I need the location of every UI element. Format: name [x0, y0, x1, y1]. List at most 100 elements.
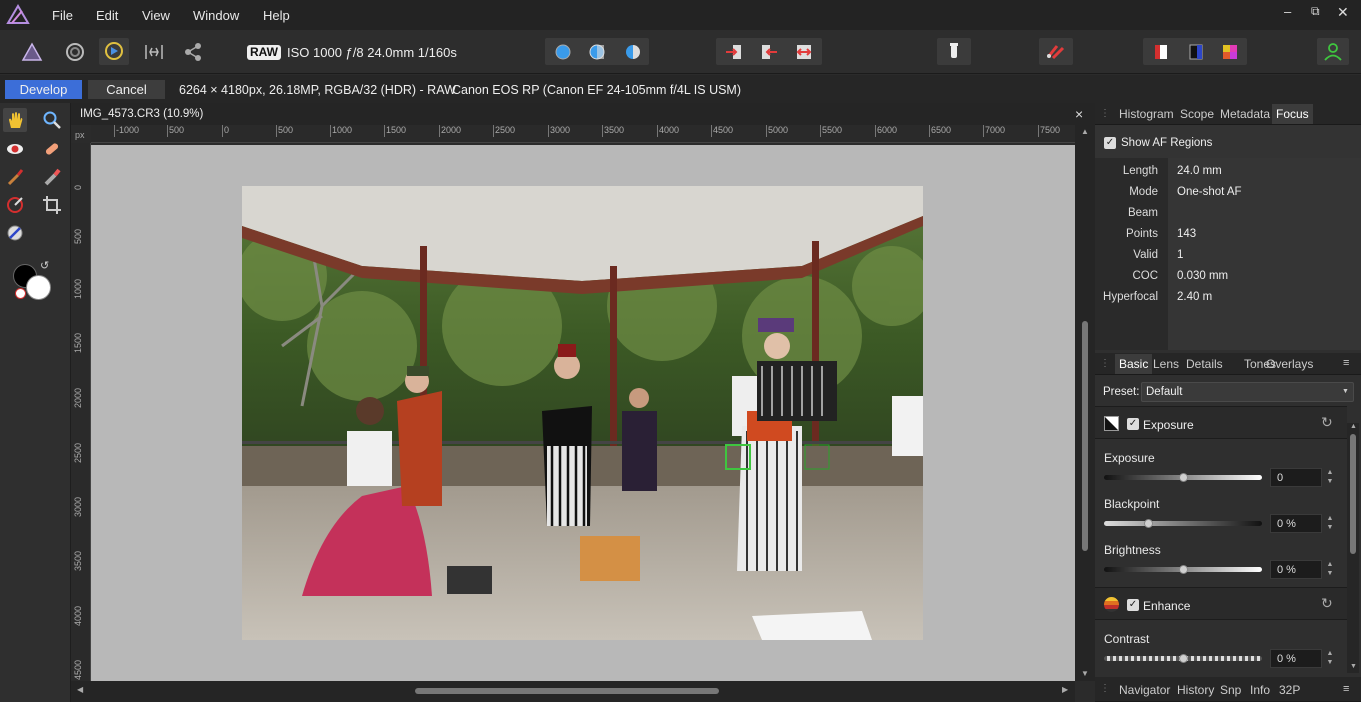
- tab-history[interactable]: History: [1177, 683, 1214, 697]
- clipping-button[interactable]: [937, 38, 971, 65]
- toolbar: RAW ISO 1000 ƒ/8 24.0mm 1/160s: [0, 30, 1361, 74]
- highlights-clip-icon[interactable]: [1147, 38, 1175, 65]
- tab-metadata[interactable]: Metadata: [1220, 107, 1270, 121]
- adjust-scroll-thumb[interactable]: [1350, 434, 1356, 554]
- tab-focus[interactable]: Focus: [1272, 104, 1313, 124]
- photo-persona-icon[interactable]: [18, 38, 46, 65]
- view-tool-hand-icon[interactable]: [3, 108, 27, 132]
- contrast-slider-knob[interactable]: [1178, 654, 1188, 663]
- bottom-panel-menu-icon[interactable]: ≡: [1343, 683, 1349, 695]
- shadows-clip-icon[interactable]: [1182, 38, 1210, 65]
- tab-basic[interactable]: Basic: [1115, 354, 1153, 374]
- exposure-enable-checkbox[interactable]: ✓: [1127, 418, 1139, 430]
- brightness-spinner[interactable]: ▲ ▼: [1324, 560, 1336, 579]
- tab-32p[interactable]: 32P: [1279, 683, 1300, 697]
- focus-row-value: 1: [1177, 249, 1184, 261]
- ruler-tick-label: 500: [73, 228, 83, 244]
- menu-file[interactable]: File: [52, 8, 73, 23]
- vertical-scroll-thumb[interactable]: [1082, 321, 1088, 551]
- enhance-adjust-icon: [1104, 597, 1119, 612]
- af-toggle-row: ✓ Show AF Regions: [1095, 125, 1361, 158]
- account-button[interactable]: [1317, 38, 1349, 65]
- tab-details[interactable]: Details: [1186, 357, 1223, 371]
- blackpoint-spinner[interactable]: ▲ ▼: [1324, 514, 1336, 533]
- red-eye-tool-icon[interactable]: [3, 137, 27, 161]
- contrast-spinner[interactable]: ▲ ▼: [1324, 649, 1336, 668]
- menu-window[interactable]: Window: [193, 8, 239, 23]
- tab-overlays[interactable]: Overlays: [1266, 357, 1313, 371]
- horizontal-scroll-thumb[interactable]: [415, 688, 719, 694]
- restore-icon[interactable]: ⧉: [1311, 4, 1320, 19]
- preset-value: Default: [1146, 386, 1183, 398]
- exposure-value-field[interactable]: 0: [1270, 468, 1322, 487]
- overlay-erase-tool-icon[interactable]: [40, 165, 64, 189]
- white-balance-picker-icon[interactable]: [3, 221, 27, 245]
- vertical-scrollbar[interactable]: ▲ ▼: [1075, 125, 1095, 681]
- zoom-tool-icon[interactable]: [40, 108, 64, 132]
- tools-panel: ↺: [0, 103, 71, 702]
- focus-row-label: Hyperfocal: [1103, 291, 1158, 303]
- develop-button[interactable]: Develop: [5, 80, 82, 99]
- close-window-icon[interactable]: ✕: [1337, 4, 1349, 21]
- tab-info[interactable]: Info: [1250, 683, 1270, 697]
- cancel-button[interactable]: Cancel: [88, 80, 165, 99]
- tab-navigator[interactable]: Navigator: [1119, 683, 1170, 697]
- panel-menu-icon[interactable]: ≡: [1343, 357, 1349, 369]
- liquify-persona-icon[interactable]: [61, 38, 89, 65]
- copy-settings-left-icon[interactable]: [755, 38, 783, 65]
- tone-mapping-persona-icon[interactable]: [140, 38, 168, 65]
- view-split-icon[interactable]: [583, 38, 611, 65]
- blackpoint-label: Blackpoint: [1104, 497, 1160, 511]
- document-tab-title[interactable]: IMG_4573.CR3 (10.9%): [80, 108, 203, 120]
- highlight-clip-button[interactable]: [1039, 38, 1073, 65]
- menu-edit[interactable]: Edit: [96, 8, 118, 23]
- enhance-section-header[interactable]: ✓ Enhance ↻: [1095, 587, 1347, 620]
- tab-snapshots[interactable]: Snp: [1220, 683, 1241, 697]
- menu-view[interactable]: View: [142, 8, 170, 23]
- ruler-tick-label: 0: [73, 184, 83, 190]
- blackpoint-slider[interactable]: [1104, 521, 1262, 526]
- show-af-checkbox[interactable]: ✓: [1104, 137, 1116, 149]
- overlay-gradient-tool-icon[interactable]: [3, 193, 27, 217]
- blackpoint-slider-knob[interactable]: [1143, 519, 1153, 528]
- copy-settings-right-icon[interactable]: [720, 38, 748, 65]
- tab-histogram[interactable]: Histogram: [1119, 107, 1174, 121]
- overlay-paint-tool-icon[interactable]: [3, 165, 27, 189]
- export-persona-icon[interactable]: [179, 38, 207, 65]
- blemish-tool-icon[interactable]: [40, 137, 64, 161]
- preset-dropdown[interactable]: Default ▼: [1141, 382, 1354, 402]
- no-color-icon[interactable]: [15, 288, 26, 299]
- close-document-icon[interactable]: ×: [1075, 106, 1083, 122]
- view-mirror-icon[interactable]: [619, 38, 647, 65]
- exposure-spinner[interactable]: ▲ ▼: [1324, 468, 1336, 487]
- canvas[interactable]: [91, 145, 1075, 681]
- exposure-adjust-icon: [1104, 416, 1119, 431]
- swap-settings-icon[interactable]: [790, 38, 818, 65]
- view-single-icon[interactable]: [549, 38, 577, 65]
- exposure-section-header[interactable]: ✓ Exposure ↻: [1095, 406, 1347, 439]
- blackpoint-value-field[interactable]: 0 %: [1270, 514, 1322, 533]
- ruler-tick-label: 5500: [820, 125, 843, 137]
- tab-scope[interactable]: Scope: [1180, 107, 1214, 121]
- horizontal-scrollbar[interactable]: ◀ ▶: [71, 681, 1075, 702]
- exposure-label: Exposure: [1104, 451, 1155, 465]
- brightness-slider-knob[interactable]: [1178, 565, 1188, 574]
- menu-help[interactable]: Help: [263, 8, 290, 23]
- horizontal-ruler[interactable]: -1000 500 0 500 1000 1500 2000 2500 3000 3500 4000…: [91, 125, 1075, 143]
- adjust-scrollbar[interactable]: ▲ ▼: [1347, 423, 1359, 673]
- affinity-photo-logo-icon[interactable]: [6, 3, 30, 27]
- exposure-slider-knob[interactable]: [1178, 473, 1188, 482]
- swap-colors-icon[interactable]: ↺: [40, 259, 49, 272]
- crop-tool-icon[interactable]: [40, 193, 64, 217]
- minimize-icon[interactable]: –: [1284, 4, 1291, 19]
- vertical-ruler[interactable]: 0 500 1000 1500 2000 2500 3000 3500 4000 4500: [71, 143, 91, 683]
- develop-persona-button[interactable]: [99, 38, 129, 65]
- contrast-value-field[interactable]: 0 %: [1270, 649, 1322, 668]
- enhance-enable-checkbox[interactable]: ✓: [1127, 599, 1139, 611]
- reset-exposure-icon[interactable]: ↻: [1321, 414, 1333, 431]
- secondary-color-swatch[interactable]: [26, 275, 51, 300]
- tones-clip-icon[interactable]: [1216, 38, 1244, 65]
- reset-enhance-icon[interactable]: ↻: [1321, 595, 1333, 612]
- brightness-value-field[interactable]: 0 %: [1270, 560, 1322, 579]
- tab-lens[interactable]: Lens: [1153, 357, 1179, 371]
